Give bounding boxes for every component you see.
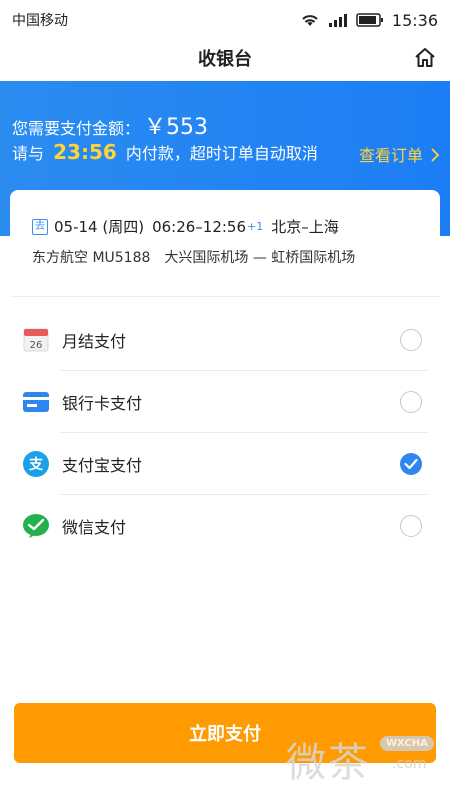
payment-option-bank-card[interactable]: 银行卡支付 [10,371,440,433]
flight-date: 05-14 (周四) [54,218,145,236]
radio-unchecked[interactable] [400,391,422,413]
wifi-icon [302,15,318,26]
pay-now-label: 立即支付 [189,724,261,745]
countdown-line: 请与 23:56 内付款，超时订单自动取消 [12,140,318,164]
nav-bar: 收银台 [0,36,450,80]
payment-option-monthly[interactable]: 26 月结支付 [10,309,440,371]
countdown-suffix: 内付款，超时订单自动取消 [125,144,318,163]
payment-option-alipay[interactable]: 支 支付宝支付 [10,433,440,495]
battery-icon [356,13,383,27]
day-offset: +1 [247,220,264,233]
flight-time: 06:26–12:56 [152,217,247,236]
countdown-prefix: 请与 [12,144,45,163]
watermark-domain: .com [392,756,427,772]
payment-option-label: 支付宝支付 [62,456,143,475]
status-bar: 中国移动 15:36 [0,0,450,40]
view-order-link[interactable]: 查看订单 [359,142,440,166]
flight-info-card: 去 05-14 (周四) 06:26–12:56 +1 北京–上海 东方航空 MU… [10,190,440,294]
calendar-day: 26 [30,340,43,351]
radio-checked[interactable] [400,453,422,475]
payment-option-label: 银行卡支付 [62,394,143,413]
watermark-logo: 微茶 WXCHA .com [286,730,436,786]
outbound-badge: 去 [32,218,48,235]
carrier-name: 中国移动 [12,13,68,29]
radio-unchecked[interactable] [400,329,422,351]
signal-icon [328,14,347,27]
checkmark-icon [404,458,418,470]
radio-unchecked[interactable] [400,515,422,537]
home-button[interactable] [410,43,440,73]
flight-route: 北京–上海 [271,218,339,236]
payment-option-label: 月结支付 [62,332,127,351]
view-order-label: 查看订单 [358,146,423,165]
chevron-right-icon [431,148,440,162]
flight-summary: 去 05-14 (周四) 06:26–12:56 +1 北京–上海 [32,216,418,237]
status-icons: 15:36 [300,11,438,30]
amount-line: 您需要支付金额： ￥553 [12,109,208,141]
amount-value: ￥553 [144,115,209,140]
payment-option-wechat[interactable]: 微信支付 [10,495,440,557]
home-icon [415,48,435,67]
watermark-badge: WXCHA [380,736,434,751]
clock: 15:36 [391,10,438,30]
amount-label: 您需要支付金额： [12,119,141,138]
flight-detail: 东方航空 MU5188 大兴国际机场 — 虹桥国际机场 [32,250,356,266]
bank-card-icon [22,388,50,416]
payment-option-label: 微信支付 [62,518,127,537]
payment-method-list: 26 月结支付 银行卡支付 支 支付宝支付 微信支付 [10,296,440,554]
alipay-icon: 支 [22,450,50,478]
wechat-pay-icon [22,512,50,540]
page-title: 收银台 [198,49,252,70]
watermark-text: 微茶 [286,740,370,786]
calendar-icon: 26 [22,326,50,354]
alipay-glyph: 支 [28,456,44,473]
countdown-timer: 23:56 [53,140,117,164]
